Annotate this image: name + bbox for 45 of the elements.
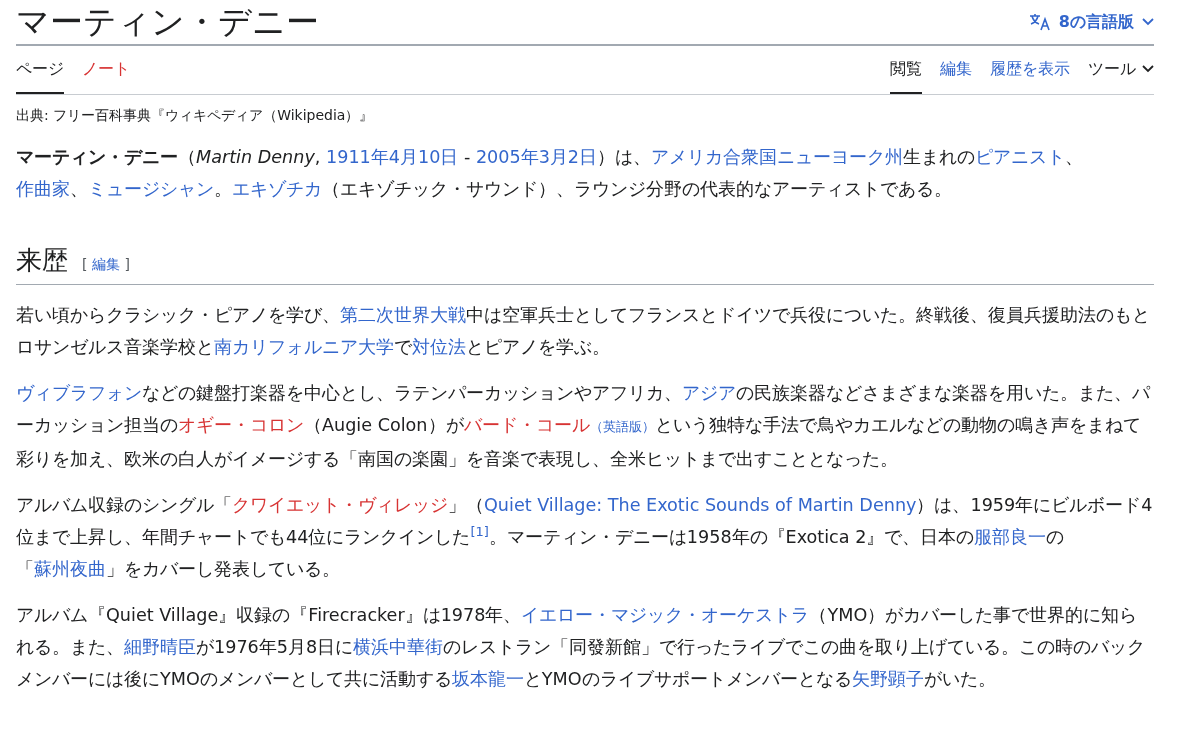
article-link[interactable]: アジア (682, 383, 736, 403)
paragraph: マーティン・デニー（Martin Denny, 1911年4月10日 - 2005年3月2日）は、アメリカ合衆国ニューヨーク州生まれの ピアニスト、 作曲家、ミュージシャン。エキゾチカ（エキゾチック・サウンド）、ラウンジ分野の代表的なアーティストである。 (16, 146, 1085, 201)
article-link[interactable]: イエロー・マジック・オーケストラ (521, 605, 810, 625)
article-link[interactable]: オギー・コロン (178, 415, 304, 435)
article-link[interactable]: 1911年4月10日 (326, 147, 459, 167)
chevron-down-icon (1142, 18, 1154, 26)
tools-menu[interactable]: ツール (1088, 46, 1154, 94)
page-title: マーティン・デニー (16, 1, 319, 43)
article-link[interactable]: Quiet Village: The Exotic Sounds of Martin Denny (484, 495, 917, 515)
article-link[interactable]: 南カリフォルニア大学 (214, 337, 394, 357)
view-tab[interactable]: 履歴を表示 (990, 46, 1070, 94)
article-link[interactable]: 横浜中華街 (353, 637, 444, 657)
article-link[interactable]: 2005年3月2日 (475, 147, 598, 167)
paragraph: アルバム収録のシングル「クワイエット・ヴィレッジ」（Quiet Village: The Exotic Sounds of Martin Denny）は、1959年にビルボード4位まで上昇し、年間チャートでも44位にランクインした$^{[1]}$。マーティン・デニーは1958年の『Exotica 2』で、日本の服部良一の「蘇州夜曲」をカバーし発表している。 (16, 494, 1154, 581)
paragraph: 若い頃からクラシック・ピアノを学び、第二次世界大戦中は空軍兵士としてフランスとドイツで兵役についた。終戦後、復員兵援助法のもとロサンゼルス音楽学校と 南カリフォルニア大学で対位法とピアノを学ぶ。 (16, 304, 1151, 359)
article-link[interactable]: 蘇州夜曲 (34, 559, 106, 579)
site-subtitle: 出典: フリー百科事典『ウィキペディア（Wikipedia）』 (16, 107, 375, 125)
page-tab[interactable]: ノート (82, 46, 130, 94)
paragraph: アルバム『Quiet Village』収録の『Firecracker』は1978年、イエロー・マジック・オーケストラ（YMO）がカバーした事で世界的に知られる。また、細野晴臣が1976年5月8日に横浜中華街のレストラン「同發新館」で行ったライブでこの曲を取り上げている。この時のバックメンバーには後にYMOのメンバーとして共に活動する坂本龍一 とYMOのライブサポートメンバーとなる矢野顕子がいた。 (16, 604, 1147, 691)
article-link[interactable]: アメリカ合衆国 (651, 147, 778, 167)
paragraph: ヴィブラフォンなどの鍵盤打楽器を中心とし、ラテンパーカッションやアフリカ、アジアの民族楽器などさまざまな楽器を用いた。また、パーカッション担当のオギー・コロン（Augie Colon）がバード・コール（英語版）という独特な手法で鳥やカエルなどの動物の鳴き声をまねて彩りを加え、欧米の白人がイメージする「南国の楽園」を音楽で表現し、全米ヒットまで出すこととなった。 (16, 382, 1152, 471)
article-link[interactable]: ピアニスト (975, 147, 1066, 167)
translate-icon (1028, 13, 1051, 31)
language-button[interactable]: 8の言語版 (1028, 11, 1154, 33)
edit-section-link[interactable]: [ 編集 ] (82, 256, 130, 274)
language-link[interactable]: （英語版） (589, 419, 655, 434)
article-link[interactable]: 作曲家 (16, 179, 70, 199)
view-tab[interactable]: 編集 (940, 46, 972, 94)
article-link[interactable]: エキゾチカ (232, 179, 322, 199)
article-link[interactable]: ヴィブラフォン (16, 383, 142, 403)
article-link[interactable]: ニューヨーク州 (777, 147, 904, 167)
article-link[interactable]: 服部良一 (974, 527, 1047, 547)
article-link[interactable]: バード・コール (463, 415, 590, 435)
article-link[interactable]: ミュージシャン (88, 179, 214, 199)
article-link[interactable]: 坂本龍一 (451, 669, 524, 689)
article-link[interactable]: 第二次世界大戦 (340, 305, 466, 325)
article-link[interactable]: 細野晴臣 (124, 637, 196, 657)
section-heading: 来歴 (16, 244, 68, 277)
view-tab[interactable]: 閲覧 (890, 46, 922, 94)
reference-link[interactable]: [1] (470, 524, 489, 540)
chevron-down-icon (1142, 65, 1154, 73)
article-link[interactable]: 矢野顕子 (851, 669, 924, 689)
article-link[interactable]: クワイエット・ヴィレッジ (232, 495, 448, 515)
page-tab[interactable]: ページ (16, 46, 64, 94)
article-link[interactable]: 対位法 (412, 337, 466, 357)
